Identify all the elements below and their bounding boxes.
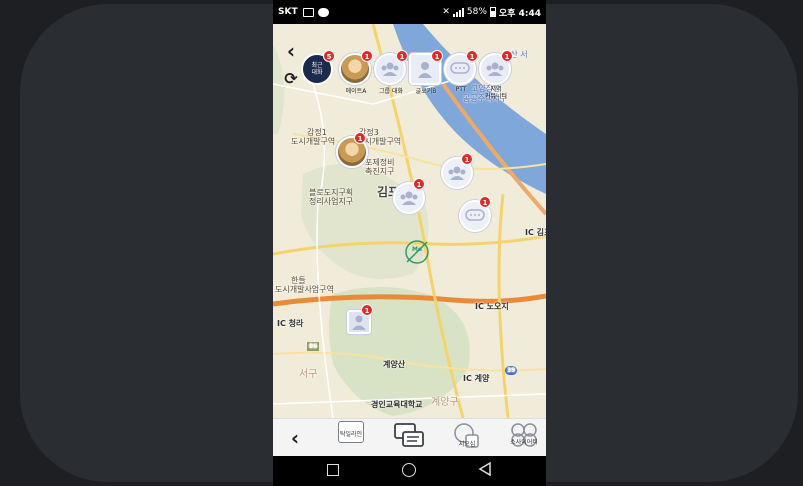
recent-chats-label: 최근 대화 <box>311 62 323 76</box>
map-label: 블로도지구획 <box>309 188 354 197</box>
chat-bubble-glyph <box>450 62 470 74</box>
badge: 1 <box>396 50 408 62</box>
bottom-toolbar: ‹ 탁일라인 지오심 소사이어티 <box>273 418 546 456</box>
geo-button[interactable]: 지오심 <box>445 421 489 455</box>
map-marker-group[interactable]: 1 <box>441 153 473 189</box>
contact-button[interactable]: 1 글로거B <box>409 50 443 95</box>
my-location-marker[interactable]: Me <box>403 238 431 266</box>
battery-icon <box>489 7 496 17</box>
map-label: IC 청라 <box>277 319 304 328</box>
contact-label: 그룹 대화 <box>379 88 403 95</box>
contact-label: 글로거B <box>415 88 437 95</box>
carrier-label: SKT <box>278 7 298 17</box>
signal-icon <box>452 7 464 17</box>
home-icon[interactable] <box>402 463 416 477</box>
map-marker-person[interactable]: 1 <box>347 304 373 334</box>
map-marker-user[interactable]: 1 <box>336 132 368 168</box>
map-label: IC 노오지 <box>475 302 509 311</box>
timeline-button[interactable]: 탁일라인 <box>329 421 373 455</box>
battery-percent: 58% <box>466 7 487 17</box>
gallery-notification-icon <box>302 7 314 17</box>
map-view[interactable]: 일산 서 고양장항 공공주택지구 감정1 도시개발구역 감정3 도시개발구역 포… <box>273 24 546 418</box>
badge: 1 <box>361 304 373 316</box>
group-icon-glyph <box>381 62 399 76</box>
road-shield: 39 <box>505 366 518 375</box>
chat-button[interactable] <box>387 421 431 455</box>
map-marker-group[interactable]: 1 <box>393 178 425 214</box>
badge: 1 <box>361 50 373 62</box>
badge: 5 <box>323 50 335 62</box>
back-icon[interactable] <box>478 461 492 481</box>
map-label: 도시개발구역 <box>291 137 336 146</box>
mute-icon: ✕ <box>442 7 450 17</box>
chat-icon <box>394 423 424 447</box>
society-label: 소사이어티 <box>510 439 538 446</box>
map-label: 계양산 <box>383 360 406 369</box>
map-label: 포제정비 <box>365 158 395 167</box>
timeline-label: 탁일라인 <box>339 431 363 438</box>
badge: 1 <box>431 50 443 62</box>
recent-chats-button[interactable]: 최근 대화 5 <box>301 50 335 85</box>
map-label: 도시개발사업구역 <box>275 285 334 294</box>
contact-button[interactable]: 1 지역 커뮤니티 <box>479 50 513 100</box>
road-shield: 86 <box>307 342 320 351</box>
contact-button[interactable]: 1 그룹 대화 <box>374 50 408 95</box>
map-label: 계양구 <box>431 397 459 408</box>
society-button[interactable]: 소사이어티 <box>502 421 546 455</box>
group-icon <box>400 191 418 205</box>
back-button[interactable]: ‹ <box>273 421 317 455</box>
map-label: IC 계양 <box>463 374 490 383</box>
person-icon <box>352 315 366 330</box>
map-label: 감정1 <box>307 128 327 137</box>
contact-label: 메이트A <box>345 88 367 95</box>
badge: 1 <box>461 153 473 165</box>
contact-label: PTT <box>455 86 467 93</box>
recent-apps-icon[interactable] <box>327 464 339 476</box>
map-label: IC 김포 <box>525 228 546 237</box>
map-label: 정리사업지구 <box>309 197 354 206</box>
badge: 1 <box>466 50 478 62</box>
group-icon-glyph <box>486 62 504 76</box>
me-label: Me <box>412 246 423 253</box>
chat-bubble-icon <box>465 209 485 221</box>
contact-button[interactable]: 1 메이트A <box>339 50 373 95</box>
refresh-icon[interactable]: ⟳ <box>281 68 301 90</box>
geo-label: 지오심 <box>458 441 476 448</box>
back-triangle-icon <box>478 461 491 477</box>
message-notification-icon <box>317 7 329 17</box>
map-label: 경인교육대학교 <box>371 400 423 409</box>
android-nav-bar <box>273 456 546 486</box>
map-marker-chat[interactable]: 1 <box>459 196 491 232</box>
map-label: 한들 <box>291 276 306 285</box>
badge: 1 <box>413 178 425 190</box>
person-icon-glyph <box>418 62 432 78</box>
clock: 오후 4:44 <box>498 8 541 19</box>
contact-button[interactable]: 1 PTT <box>444 50 478 93</box>
badge: 1 <box>501 50 513 62</box>
back-arrow-icon[interactable]: ‹ <box>281 40 301 62</box>
map-label: 서구 <box>299 369 318 380</box>
status-bar: SKT ✕ 58% 오후 4:44 <box>273 0 546 24</box>
group-icon <box>448 166 466 180</box>
badge: 1 <box>354 132 366 144</box>
contact-label: 지역 커뮤니티 <box>484 86 508 100</box>
phone-screen: SKT ✕ 58% 오후 4:44 일산 서 고양장항 공공주택지구 감정1 도… <box>273 0 546 486</box>
map-label: 촉진지구 <box>365 167 395 176</box>
badge: 1 <box>479 196 491 208</box>
